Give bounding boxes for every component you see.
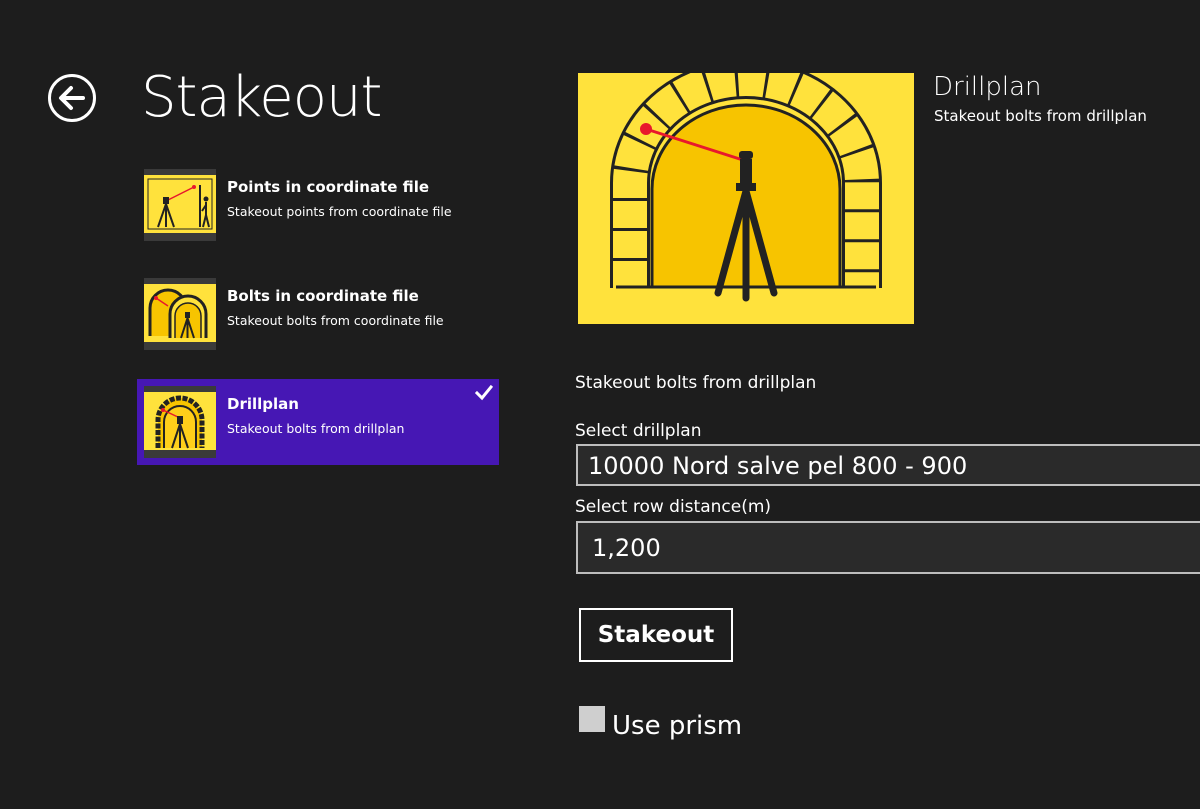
item-subtitle: Stakeout bolts from coordinate file xyxy=(227,313,444,328)
row-distance-input[interactable] xyxy=(576,521,1200,574)
use-prism-checkbox[interactable] xyxy=(579,706,605,732)
list-item-bolts-in-coordinate-file[interactable]: Bolts in coordinate file Stakeout bolts … xyxy=(137,271,499,357)
drillplan-select[interactable]: 10000 Nord salve pel 800 - 900 xyxy=(576,444,1200,486)
list-item-drillplan[interactable]: Drillplan Stakeout bolts from drillplan xyxy=(137,379,499,465)
back-button[interactable] xyxy=(47,73,97,123)
drillplan-tunnel-icon xyxy=(578,59,914,324)
item-title: Drillplan xyxy=(227,395,299,413)
back-arrow-icon xyxy=(48,74,96,122)
detail-subtitle: Stakeout bolts from drillplan xyxy=(934,107,1147,125)
drillplan-tunnel-icon xyxy=(144,386,216,458)
detail-description: Stakeout bolts from drillplan xyxy=(575,373,817,393)
bolts-tunnel-icon xyxy=(144,278,216,350)
item-subtitle: Stakeout points from coordinate file xyxy=(227,204,452,219)
check-icon xyxy=(475,385,493,401)
stakeout-button[interactable]: Stakeout xyxy=(579,608,733,662)
item-title: Bolts in coordinate file xyxy=(227,287,419,305)
row-distance-label: Select row distance(m) xyxy=(575,497,772,517)
use-prism-label[interactable]: Use prism xyxy=(612,710,742,742)
item-subtitle: Stakeout bolts from drillplan xyxy=(227,421,405,436)
drillplan-label: Select drillplan xyxy=(575,421,702,441)
detail-title: Drillplan xyxy=(933,72,1042,102)
list-item-points-in-coordinate-file[interactable]: Points in coordinate file Stakeout point… xyxy=(137,162,499,248)
item-title: Points in coordinate file xyxy=(227,178,430,196)
page-title: Stakeout xyxy=(141,65,382,130)
point-stakeout-icon xyxy=(144,169,216,241)
drillplan-selected-value: 10000 Nord salve pel 800 - 900 xyxy=(588,452,968,480)
